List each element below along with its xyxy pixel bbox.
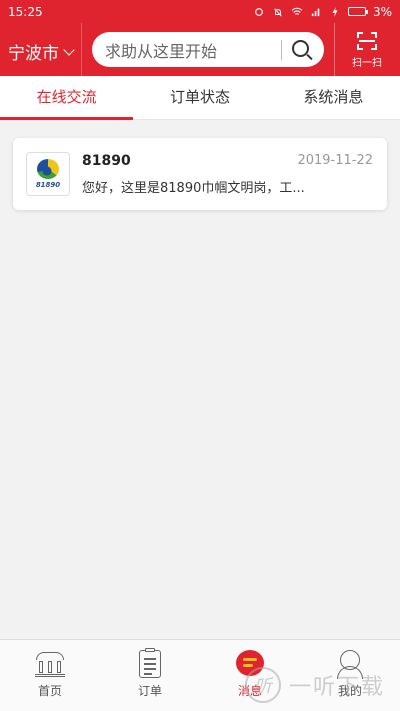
- system-icons: 3%: [253, 5, 392, 19]
- message-icon: [235, 648, 265, 680]
- battery-percent: 3%: [372, 4, 392, 19]
- scan-icon: [357, 32, 377, 50]
- scan-divider: [334, 23, 335, 76]
- org-logo-icon: 81890: [26, 152, 70, 196]
- location-icon: [255, 7, 263, 16]
- search-input[interactable]: 求助从这里开始: [105, 38, 281, 62]
- nav-home-label: 首页: [37, 684, 62, 698]
- conversation-date: 2019-11-22: [297, 153, 373, 168]
- signal-icon: [311, 8, 320, 16]
- scan-button[interactable]: 扫一扫: [342, 29, 392, 73]
- order-icon: [135, 648, 165, 680]
- status-bar: 15:25 3%: [0, 0, 400, 23]
- scan-label: 扫一扫: [352, 58, 382, 69]
- nav-messages[interactable]: 消息: [200, 640, 300, 711]
- top-header: 宁波市 求助从这里开始 扫一扫: [0, 23, 400, 76]
- conversation-name: 81890: [82, 153, 131, 169]
- search-divider: [281, 39, 282, 60]
- chevron-down-icon: [63, 43, 75, 56]
- nav-home[interactable]: 首页: [0, 640, 100, 711]
- nav-orders[interactable]: 订单: [100, 640, 200, 711]
- nav-orders-label: 订单: [137, 684, 162, 698]
- charging-icon: [332, 6, 338, 17]
- logo-text: 81890: [35, 181, 61, 189]
- tab-order-status[interactable]: 订单状态: [133, 76, 266, 119]
- wifi-icon: [291, 7, 303, 15]
- nav-messages-label: 消息: [237, 684, 262, 698]
- search-icon[interactable]: [292, 40, 309, 57]
- tab-online-chat[interactable]: 在线交流: [0, 76, 134, 120]
- mute-icon: [274, 7, 282, 16]
- bottom-nav: 首页 订单 消息 我的: [0, 639, 400, 711]
- nav-profile-label: 我的: [337, 684, 362, 698]
- header-divider: [81, 23, 82, 76]
- conversation-preview: 您好，这里是81890巾帼文明岗，工...: [82, 181, 305, 196]
- home-icon: [35, 648, 65, 680]
- tab-system-messages[interactable]: 系统消息: [267, 76, 400, 119]
- conversation-item[interactable]: 81890 81890 2019-11-22 您好，这里是81890巾帼文明岗，…: [13, 138, 387, 210]
- profile-icon: [335, 648, 365, 680]
- nav-profile[interactable]: 我的: [300, 640, 400, 711]
- city-label: 宁波市: [8, 44, 59, 64]
- status-time: 15:25: [8, 4, 43, 19]
- search-bar[interactable]: 求助从这里开始: [92, 32, 324, 67]
- city-selector[interactable]: 宁波市: [8, 39, 75, 64]
- battery-icon: [347, 7, 368, 16]
- logo-emblem: [37, 159, 59, 179]
- message-tabs: 在线交流 订单状态 系统消息: [0, 76, 400, 120]
